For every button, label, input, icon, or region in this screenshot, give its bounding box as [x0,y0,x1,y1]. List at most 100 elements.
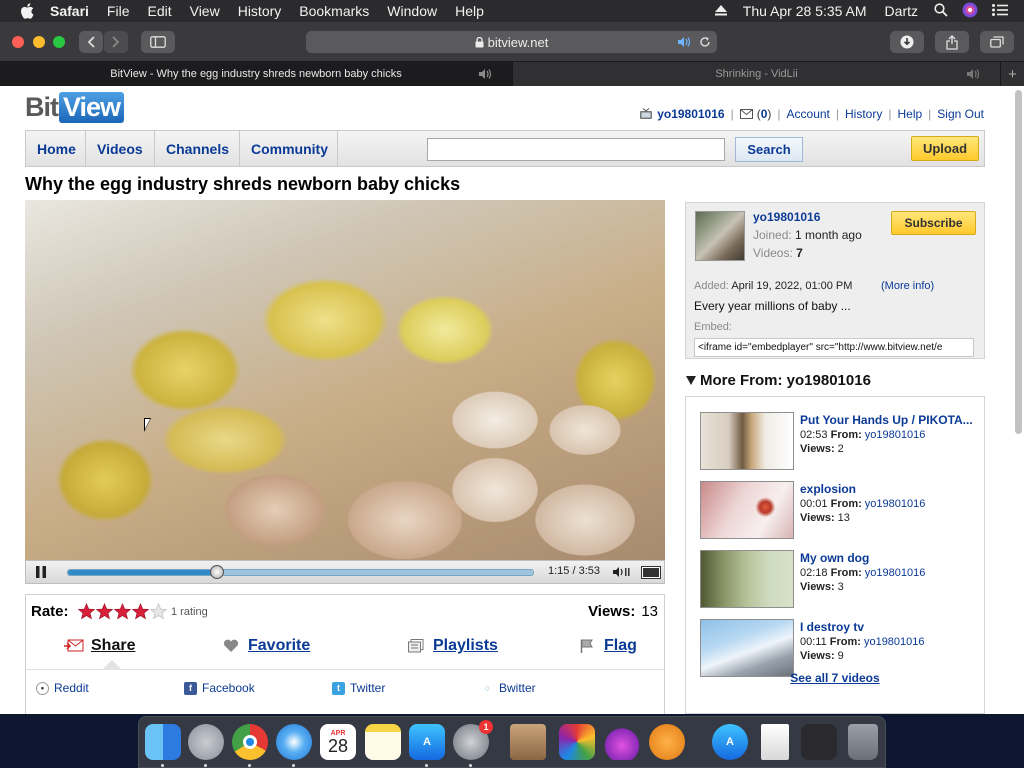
tab-overview-button[interactable] [980,31,1014,53]
star-filled-icon[interactable] [96,603,113,620]
menu-window[interactable]: Window [387,3,437,19]
username-link[interactable]: yo19801016 [657,107,724,121]
share-twitter[interactable]: t Twitter [332,681,385,695]
account-link[interactable]: Account [787,107,830,121]
subscribe-button[interactable]: Subscribe [891,211,976,235]
launchpad-icon[interactable] [188,724,224,760]
chrome-icon[interactable] [232,724,268,760]
list-item[interactable]: I destroy tv 00:11 From: yo19801016 Views… [700,619,980,677]
page-scrollbar[interactable] [1015,90,1022,434]
more-from-heading[interactable]: More From: yo19801016 [686,372,871,389]
control-center-icon[interactable] [992,3,1008,19]
sidebar-button[interactable] [141,31,175,53]
finder-icon[interactable] [145,724,181,760]
tab-bitview[interactable]: BitView - Why the egg industry shreds ne… [0,62,512,86]
speaker-icon[interactable] [966,68,982,80]
star-filled-icon[interactable] [78,603,95,620]
grapher-icon[interactable] [559,724,595,760]
close-window-button[interactable] [12,36,24,48]
safari-icon[interactable] [276,724,312,760]
video-thumbnail[interactable] [700,619,794,677]
downloads-button[interactable] [890,31,924,53]
nav-videos[interactable]: Videos [86,131,155,166]
menu-edit[interactable]: Edit [147,3,171,19]
menu-file[interactable]: File [107,3,130,19]
history-link[interactable]: History [845,107,882,121]
siri-icon[interactable] [962,2,978,21]
flag-action[interactable]: Flag [577,637,637,655]
favorite-action[interactable]: Favorite [221,637,310,655]
search-button[interactable]: Search [735,137,803,162]
menu-clock[interactable]: Thu Apr 28 5:35 AM [743,3,867,19]
list-item[interactable]: explosion 00:01 From: yo19801016 Views: 13 [700,481,980,539]
new-tab-button[interactable]: + [1000,62,1024,86]
uploader-avatar[interactable] [695,211,745,261]
document-icon[interactable] [761,724,789,760]
menu-view[interactable]: View [190,3,220,19]
share-button[interactable] [935,31,969,53]
nav-home[interactable]: Home [26,131,86,166]
minimize-window-button[interactable] [33,36,45,48]
audio-playing-icon[interactable] [677,36,691,48]
video-title-link[interactable]: explosion [800,482,978,496]
video-title-link[interactable]: My own dog [800,551,978,565]
forward-button[interactable] [104,31,128,53]
maximize-window-button[interactable] [53,36,65,48]
video-title-link[interactable]: I destroy tv [800,620,978,634]
upload-button[interactable]: Upload [911,136,979,161]
nav-community[interactable]: Community [240,131,338,166]
list-item[interactable]: My own dog 02:18 From: yo19801016 Views: 3 [700,550,980,608]
speaker-icon[interactable] [478,68,494,80]
spotlight-icon[interactable] [934,2,948,20]
seek-handle[interactable] [209,565,224,579]
nav-channels[interactable]: Channels [155,131,240,166]
mail-icon[interactable] [739,109,753,119]
sign-out-link[interactable]: Sign Out [937,107,984,121]
pause-button[interactable] [35,565,47,579]
video-title-link[interactable]: Put Your Hands Up / PIKOTA... [800,413,978,427]
app-store-icon[interactable]: A [409,724,445,760]
menu-bookmarks[interactable]: Bookmarks [299,3,369,19]
eject-icon[interactable] [714,3,727,19]
video-thumbnail[interactable] [700,550,794,608]
see-all-videos-link[interactable]: See all 7 videos [686,671,984,685]
address-bar[interactable]: bitview.net [306,31,717,53]
back-button[interactable] [79,31,103,53]
uploader-name[interactable]: yo19801016 [753,210,820,224]
calendar-icon[interactable]: APR 28 [320,724,356,760]
share-action[interactable]: Share [64,637,135,655]
video-thumbnail[interactable] [700,481,794,539]
share-reddit[interactable]: • Reddit [36,681,89,695]
search-input[interactable] [427,138,725,161]
vlc-icon[interactable] [604,724,640,760]
tab-vidlii[interactable]: Shrinking - VidLii [512,62,1000,86]
menu-app-name[interactable]: Safari [50,3,89,19]
share-bwitter[interactable]: ○ Bwitter [481,681,536,695]
system-preferences-icon[interactable]: 1 [453,720,493,760]
share-facebook[interactable]: f Facebook [184,681,255,695]
reload-icon[interactable] [699,36,711,48]
star-filled-icon[interactable] [132,603,149,620]
more-info-link[interactable]: (More info) [881,280,934,292]
list-item[interactable]: Put Your Hands Up / PIKOTA... 02:53 From… [700,412,980,470]
archive-utility-icon[interactable] [510,724,546,760]
author-link[interactable]: yo19801016 [865,429,926,441]
volume-button[interactable] [611,565,631,579]
playlists-action[interactable]: Playlists [406,637,498,655]
inbox-count[interactable]: 0 [761,107,768,121]
notes-icon[interactable] [365,724,401,760]
menu-help[interactable]: Help [455,3,484,19]
video-thumbnail[interactable] [700,412,794,470]
apple-menu-icon[interactable] [18,2,36,20]
author-link[interactable]: yo19801016 [864,636,925,648]
site-logo[interactable]: Bit View [25,91,125,123]
author-link[interactable]: yo19801016 [865,498,926,510]
embed-code-field[interactable]: <iframe id="embedplayer" src="http://www… [694,338,974,357]
star-filled-icon[interactable] [114,603,131,620]
seek-bar[interactable] [67,565,534,579]
menu-user[interactable]: Dartz [885,3,918,19]
video-player[interactable] [25,200,665,560]
trash-icon[interactable] [848,724,878,760]
star-empty-icon[interactable] [150,603,167,620]
app-store-alt-icon[interactable]: A [712,724,748,760]
